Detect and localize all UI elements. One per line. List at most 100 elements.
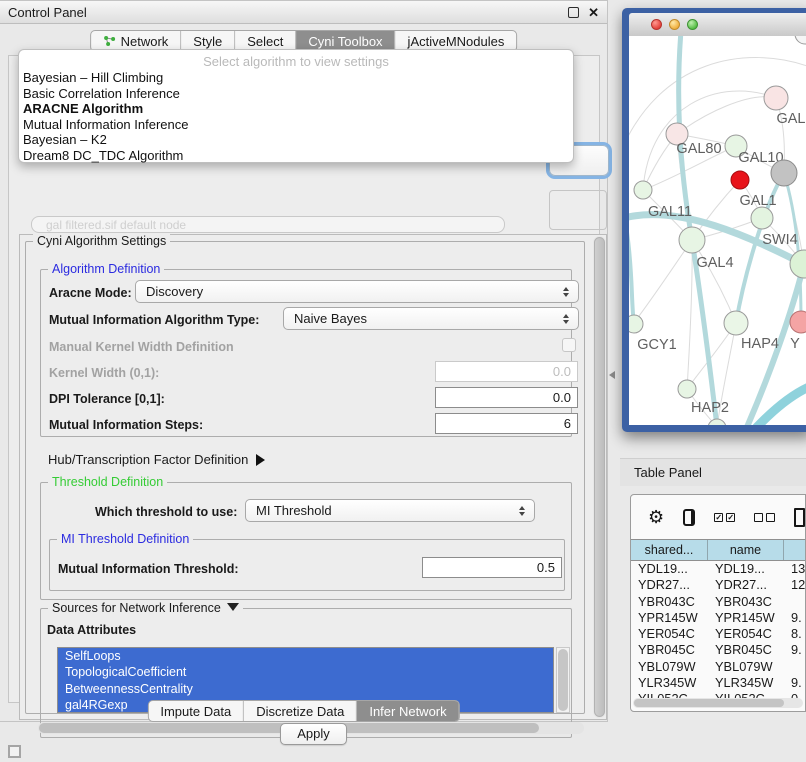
algorithm-option[interactable]: ARACNE Algorithm [19, 101, 573, 117]
tab-infer-network[interactable]: Infer Network [357, 701, 458, 721]
algorithm-option[interactable]: Dream8 DC_TDC Algorithm [19, 148, 573, 164]
network-node-gal1[interactable] [751, 207, 773, 229]
network-node-gal4[interactable] [679, 227, 705, 253]
dpi-tolerance-input[interactable]: 0.0 [435, 387, 578, 408]
network-node-swi4[interactable] [790, 250, 806, 278]
table-toolbar: ⚙ ✓✓ [631, 495, 805, 539]
network-node-hap2[interactable] [678, 380, 696, 398]
apply-button[interactable]: Apply [280, 723, 347, 745]
table-cell: 9. [784, 610, 806, 626]
table-cell: YBL079W [631, 659, 708, 675]
mi-threshold-input[interactable]: 0.5 [422, 557, 562, 578]
table-row[interactable]: YBR045CYBR045C9. [631, 642, 806, 658]
table-cell: YER054C [708, 626, 784, 642]
zoom-traffic-light-icon[interactable] [687, 19, 698, 30]
attribute-item[interactable]: TopologicalCoefficient [58, 664, 553, 680]
mi-threshold-group: MI Threshold Definition Mutual Informati… [49, 539, 565, 591]
node-label: GAL1 [739, 193, 776, 209]
tab-select[interactable]: Select [235, 31, 296, 51]
table-row[interactable]: YBL079WYBL079W [631, 659, 806, 675]
close-icon[interactable]: ✕ [588, 7, 599, 18]
table-header-row: shared...nameA [631, 539, 806, 561]
algorithm-option[interactable]: Bayesian – Hill Climbing [19, 70, 573, 86]
deselect-all-icon[interactable] [754, 513, 775, 522]
network-node-gal11[interactable] [634, 181, 652, 199]
mi-steps-input[interactable]: 6 [435, 413, 578, 434]
tab-label: Cyni Toolbox [308, 34, 382, 49]
aracne-mode-label: Aracne Mode: [49, 286, 132, 300]
column-header[interactable]: shared... [631, 540, 708, 560]
group-title: Cyni Algorithm Settings [33, 234, 170, 248]
attribute-item[interactable]: BetweennessCentrality [58, 681, 553, 697]
table-cell: 9. [784, 675, 806, 691]
table-row[interactable]: YER054CYER054C8. [631, 626, 806, 642]
manual-kernel-checkbox[interactable] [562, 338, 576, 352]
cyni-algorithm-settings-group: Cyni Algorithm Settings Algorithm Defini… [25, 241, 585, 714]
network-node[interactable] [731, 171, 749, 189]
algorithm-option[interactable]: Basic Correlation Inference [19, 86, 573, 102]
mi-type-label: Mutual Information Algorithm Type: [49, 313, 259, 327]
table-row[interactable]: YDL19...YDL19...13 [631, 561, 806, 577]
tab-label: Select [247, 34, 283, 49]
gear-icon[interactable]: ⚙ [648, 508, 664, 526]
tab-jactivemnodules[interactable]: jActiveMNodules [396, 31, 517, 51]
kernel-width-input[interactable]: 0.0 [435, 361, 578, 382]
mi-algorithm-type-combo[interactable]: Naive Bayes [283, 307, 579, 330]
column-view-icon[interactable] [683, 509, 695, 526]
tab-style[interactable]: Style [181, 31, 235, 51]
group-border-fragment [549, 190, 607, 230]
table-cell: YBR045C [708, 642, 784, 658]
table-horizontal-scrollbar[interactable] [633, 698, 803, 708]
tab-label: Network [121, 34, 169, 49]
close-traffic-light-icon[interactable] [651, 19, 662, 30]
network-node[interactable] [795, 36, 806, 44]
table-cell: YER054C [631, 626, 708, 642]
panel-splitter-arrow[interactable] [609, 371, 615, 379]
aracne-mode-combo[interactable]: Discovery [135, 280, 579, 303]
node-label: HAP2 [691, 400, 729, 416]
network-graph: GALGAL80GAL10GAL11GAL1SWI4GAL4GCY1HAP4YH… [629, 36, 806, 425]
float-panel-icon[interactable] [568, 7, 579, 18]
threshold-definition-group: Threshold Definition Which threshold to … [40, 482, 572, 600]
node-label: GAL4 [696, 255, 733, 271]
node-label: HAP4 [741, 336, 779, 352]
node-label: GAL11 [648, 204, 692, 220]
column-header[interactable]: A [784, 540, 806, 560]
network-node-hap4[interactable] [724, 311, 748, 335]
tab-network[interactable]: Network [91, 31, 182, 51]
table-cell: 12 [784, 577, 806, 593]
settings-vertical-scrollbar[interactable] [593, 236, 606, 718]
table-row[interactable]: YLR345WYLR345W9. [631, 675, 806, 691]
which-threshold-combo[interactable]: MI Threshold [245, 499, 535, 522]
attributes-list-scrollbar[interactable] [556, 647, 570, 713]
tab-impute-data[interactable]: Impute Data [148, 701, 244, 721]
network-window-titlebar[interactable] [629, 13, 806, 36]
table-panel-title: Table Panel [634, 465, 702, 480]
network-canvas[interactable]: GALGAL80GAL10GAL11GAL1SWI4GAL4GCY1HAP4YH… [629, 36, 806, 425]
table-row[interactable]: YBR043CYBR043C [631, 594, 806, 610]
algorithm-dropdown-popup: Select algorithm to view settings Bayesi… [18, 49, 574, 163]
network-selector-combo[interactable]: gal filtered.sif default node [31, 216, 505, 233]
table-row[interactable]: YPR145WYPR145W9. [631, 610, 806, 626]
collapsed-panel-icon[interactable] [8, 745, 21, 758]
group-title: Algorithm Definition [48, 262, 164, 276]
table-cell: YBR043C [708, 594, 784, 610]
algorithm-option[interactable]: Mutual Information Inference [19, 117, 573, 133]
table-row[interactable]: YDR27...YDR27...12 [631, 577, 806, 593]
attribute-item[interactable]: SelfLoops [58, 648, 553, 664]
bottom-tabbar: Impute DataDiscretize DataInfer Network [147, 700, 459, 722]
algorithm-option[interactable]: Bayesian – K2 [19, 132, 573, 148]
select-all-icon[interactable]: ✓✓ [714, 513, 735, 522]
tab-cyni-toolbox[interactable]: Cyni Toolbox [296, 31, 395, 51]
mi-type-value: Naive Bayes [294, 311, 367, 326]
sources-group-title[interactable]: Sources for Network Inference [48, 601, 243, 615]
new-table-icon[interactable] [794, 508, 805, 527]
network-node-gcy1[interactable] [629, 315, 643, 333]
tab-discretize-data[interactable]: Discretize Data [244, 701, 357, 721]
network-node-gal[interactable] [764, 86, 788, 110]
column-header[interactable]: name [708, 540, 784, 560]
node-label: SWI4 [762, 232, 797, 248]
minimize-traffic-light-icon[interactable] [669, 19, 680, 30]
hub-definition-toggle[interactable]: Hub/Transcription Factor Definition [48, 452, 265, 467]
network-node[interactable] [771, 160, 797, 186]
